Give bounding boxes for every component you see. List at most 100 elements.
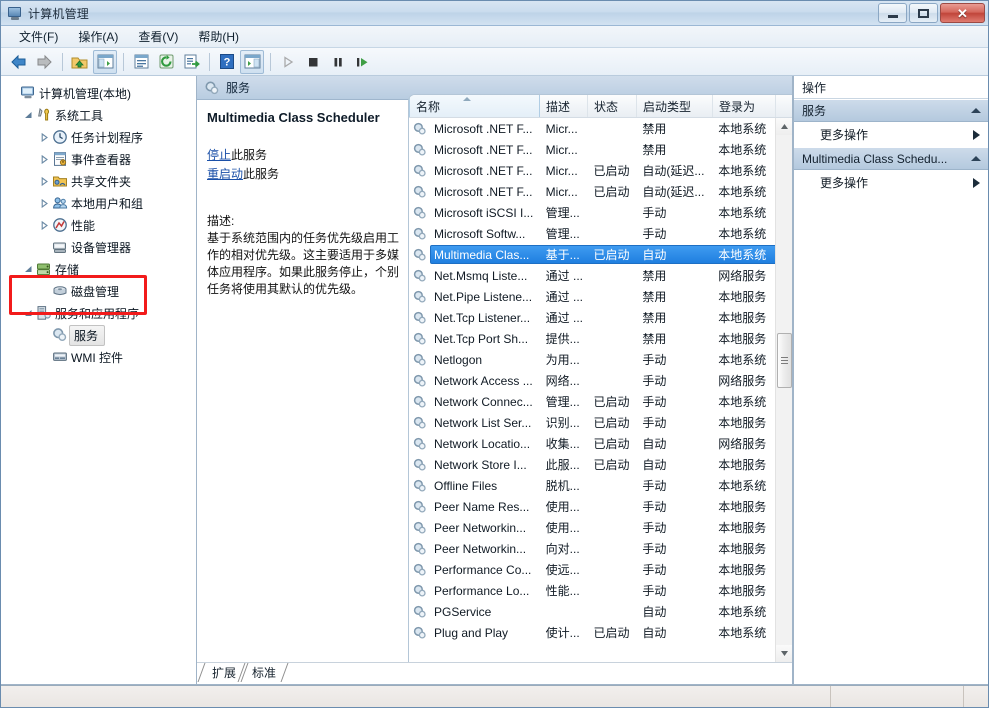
service-row[interactable]: PGService自动本地系统 <box>409 601 775 622</box>
tree-item-computer-management[interactable]: 计算机管理(本地) <box>1 82 196 104</box>
service-description: 提供... <box>540 330 588 347</box>
show-action-pane-button[interactable] <box>240 50 264 74</box>
export-list-button[interactable] <box>179 50 203 74</box>
restart-service-button[interactable] <box>351 50 375 74</box>
service-row[interactable]: Net.Pipe Listene...通过 ...禁用本地服务 <box>409 286 775 307</box>
expander-toggle[interactable] <box>37 133 51 142</box>
actions-pane-title: 操作 <box>794 76 988 99</box>
menu-action[interactable]: 操作(A) <box>68 26 128 47</box>
expander-toggle[interactable] <box>37 199 51 208</box>
service-row[interactable]: Net.Tcp Listener...通过 ...禁用本地服务 <box>409 307 775 328</box>
stop-service-line: 停止此服务 <box>207 146 399 165</box>
service-description: 管理... <box>540 204 588 221</box>
tree-item-services-and-apps[interactable]: 服务和应用程序 <box>1 302 196 324</box>
expander-toggle[interactable] <box>21 111 35 120</box>
expander-toggle[interactable] <box>37 221 51 230</box>
actions-group-services[interactable]: 服务 <box>794 99 988 122</box>
service-description: 通过 ... <box>540 267 588 284</box>
tree-item-performance[interactable]: 性能 <box>1 214 196 236</box>
tree-item-wmi-control[interactable]: WMI 控件 <box>1 346 196 368</box>
menu-help[interactable]: 帮助(H) <box>188 26 249 47</box>
column-description[interactable]: 描述 <box>540 95 588 117</box>
expander-toggle[interactable] <box>37 155 51 164</box>
service-row[interactable]: Microsoft .NET F...Micr...禁用本地系统 <box>409 118 775 139</box>
expander-toggle[interactable] <box>21 265 35 274</box>
close-button[interactable]: ✕ <box>940 3 985 23</box>
service-row[interactable]: Network Locatio...收集...已启动自动网络服务 <box>409 433 775 454</box>
tree-item-event-viewer[interactable]: 事件查看器 <box>1 148 196 170</box>
service-row[interactable]: Network List Ser...识别...已启动手动本地服务 <box>409 412 775 433</box>
service-logon-as: 本地服务 <box>712 414 775 431</box>
tree-item-services[interactable]: 服务 <box>1 324 196 346</box>
service-row[interactable]: Peer Networkin...向对...手动本地服务 <box>409 538 775 559</box>
scrollbar-thumb[interactable] <box>777 333 792 388</box>
refresh-button[interactable] <box>154 50 178 74</box>
expander-toggle[interactable] <box>21 309 35 318</box>
service-row[interactable]: Microsoft .NET F...Micr...已启动自动(延迟...本地系… <box>409 160 775 181</box>
service-gear-icon <box>409 269 430 283</box>
menu-file[interactable]: 文件(F) <box>9 26 68 47</box>
service-row[interactable]: Network Connec...管理...已启动手动本地系统 <box>409 391 775 412</box>
service-startup-type: 手动 <box>636 414 712 431</box>
service-row[interactable]: Microsoft Softw...管理...手动本地系统 <box>409 223 775 244</box>
service-row[interactable]: Network Store I...此服...已启动自动本地服务 <box>409 454 775 475</box>
stop-service-link[interactable]: 停止 <box>207 148 231 162</box>
forward-button[interactable] <box>32 50 56 74</box>
column-log-on-as[interactable]: 登录为 <box>713 95 776 117</box>
service-row[interactable]: Offline Files脱机...手动本地系统 <box>409 475 775 496</box>
service-status: 已启动 <box>588 414 637 431</box>
up-one-level-button[interactable] <box>68 50 92 74</box>
restore-button[interactable] <box>909 3 938 23</box>
service-gear-icon <box>409 563 430 577</box>
minimize-button[interactable] <box>878 3 907 23</box>
service-status: 已启动 <box>588 624 637 641</box>
service-row[interactable]: Multimedia Clas...基于...已启动自动本地系统 <box>409 244 775 265</box>
tree-item-task-scheduler[interactable]: 任务计划程序 <box>1 126 196 148</box>
service-row[interactable]: Peer Name Res...使用...手动本地服务 <box>409 496 775 517</box>
service-row[interactable]: Microsoft iSCSI I...管理...手动本地系统 <box>409 202 775 223</box>
column-name[interactable]: 名称 <box>409 95 540 117</box>
service-description: 脱机... <box>540 477 588 494</box>
service-row[interactable]: Microsoft .NET F...Micr...已启动自动(延迟...本地系… <box>409 181 775 202</box>
service-row[interactable]: Plug and Play使计...已启动自动本地系统 <box>409 622 775 643</box>
services-pane-header-label: 服务 <box>226 79 250 96</box>
pause-service-button[interactable] <box>326 50 350 74</box>
service-status: 已启动 <box>588 162 637 179</box>
column-status[interactable]: 状态 <box>588 95 637 117</box>
action-more-actions-selected[interactable]: 更多操作 <box>794 170 988 195</box>
service-row[interactable]: Microsoft .NET F...Micr...禁用本地系统 <box>409 139 775 160</box>
tree-item-local-users-groups[interactable]: 本地用户和组 <box>1 192 196 214</box>
tree-item-shared-folders[interactable]: 共享文件夹 <box>1 170 196 192</box>
tree-item-system-tools[interactable]: 系统工具 <box>1 104 196 126</box>
tree-item-disk-management[interactable]: 磁盘管理 <box>1 280 196 302</box>
tree-item-storage[interactable]: 存储 <box>1 258 196 280</box>
service-row[interactable]: Netlogon为用...手动本地系统 <box>409 349 775 370</box>
scroll-down-button[interactable] <box>776 645 792 662</box>
back-button[interactable] <box>7 50 31 74</box>
actions-group-selected-service[interactable]: Multimedia Class Schedu... <box>794 147 988 170</box>
service-row[interactable]: Net.Tcp Port Sh...提供...禁用本地服务 <box>409 328 775 349</box>
service-name: Netlogon <box>430 353 540 367</box>
service-row[interactable]: Net.Msmq Liste...通过 ...禁用网络服务 <box>409 265 775 286</box>
service-row[interactable]: Network Access ...网络...手动网络服务 <box>409 370 775 391</box>
restart-service-link[interactable]: 重启动 <box>207 167 243 181</box>
list-vertical-scrollbar[interactable] <box>775 118 792 662</box>
tree-item-device-manager[interactable]: 设备管理器 <box>1 236 196 258</box>
menu-view[interactable]: 查看(V) <box>128 26 188 47</box>
expander-toggle[interactable] <box>37 177 51 186</box>
service-name: Multimedia Clas... <box>430 248 540 262</box>
properties-button[interactable] <box>129 50 153 74</box>
performance-icon <box>51 217 68 233</box>
service-row[interactable]: Performance Lo...性能...手动本地服务 <box>409 580 775 601</box>
stop-service-button[interactable] <box>301 50 325 74</box>
service-row[interactable]: Performance Co...使远...手动本地服务 <box>409 559 775 580</box>
column-startup-type[interactable]: 启动类型 <box>637 95 713 117</box>
start-service-button[interactable] <box>276 50 300 74</box>
service-status: 已启动 <box>588 435 637 452</box>
service-row[interactable]: Peer Networkin...使用...手动本地服务 <box>409 517 775 538</box>
show-hide-tree-button[interactable] <box>93 50 117 74</box>
help-button[interactable]: ? <box>215 50 239 74</box>
tab-standard[interactable]: 标准 <box>241 663 285 682</box>
scroll-up-button[interactable] <box>776 118 792 135</box>
action-more-actions-services[interactable]: 更多操作 <box>794 122 988 147</box>
